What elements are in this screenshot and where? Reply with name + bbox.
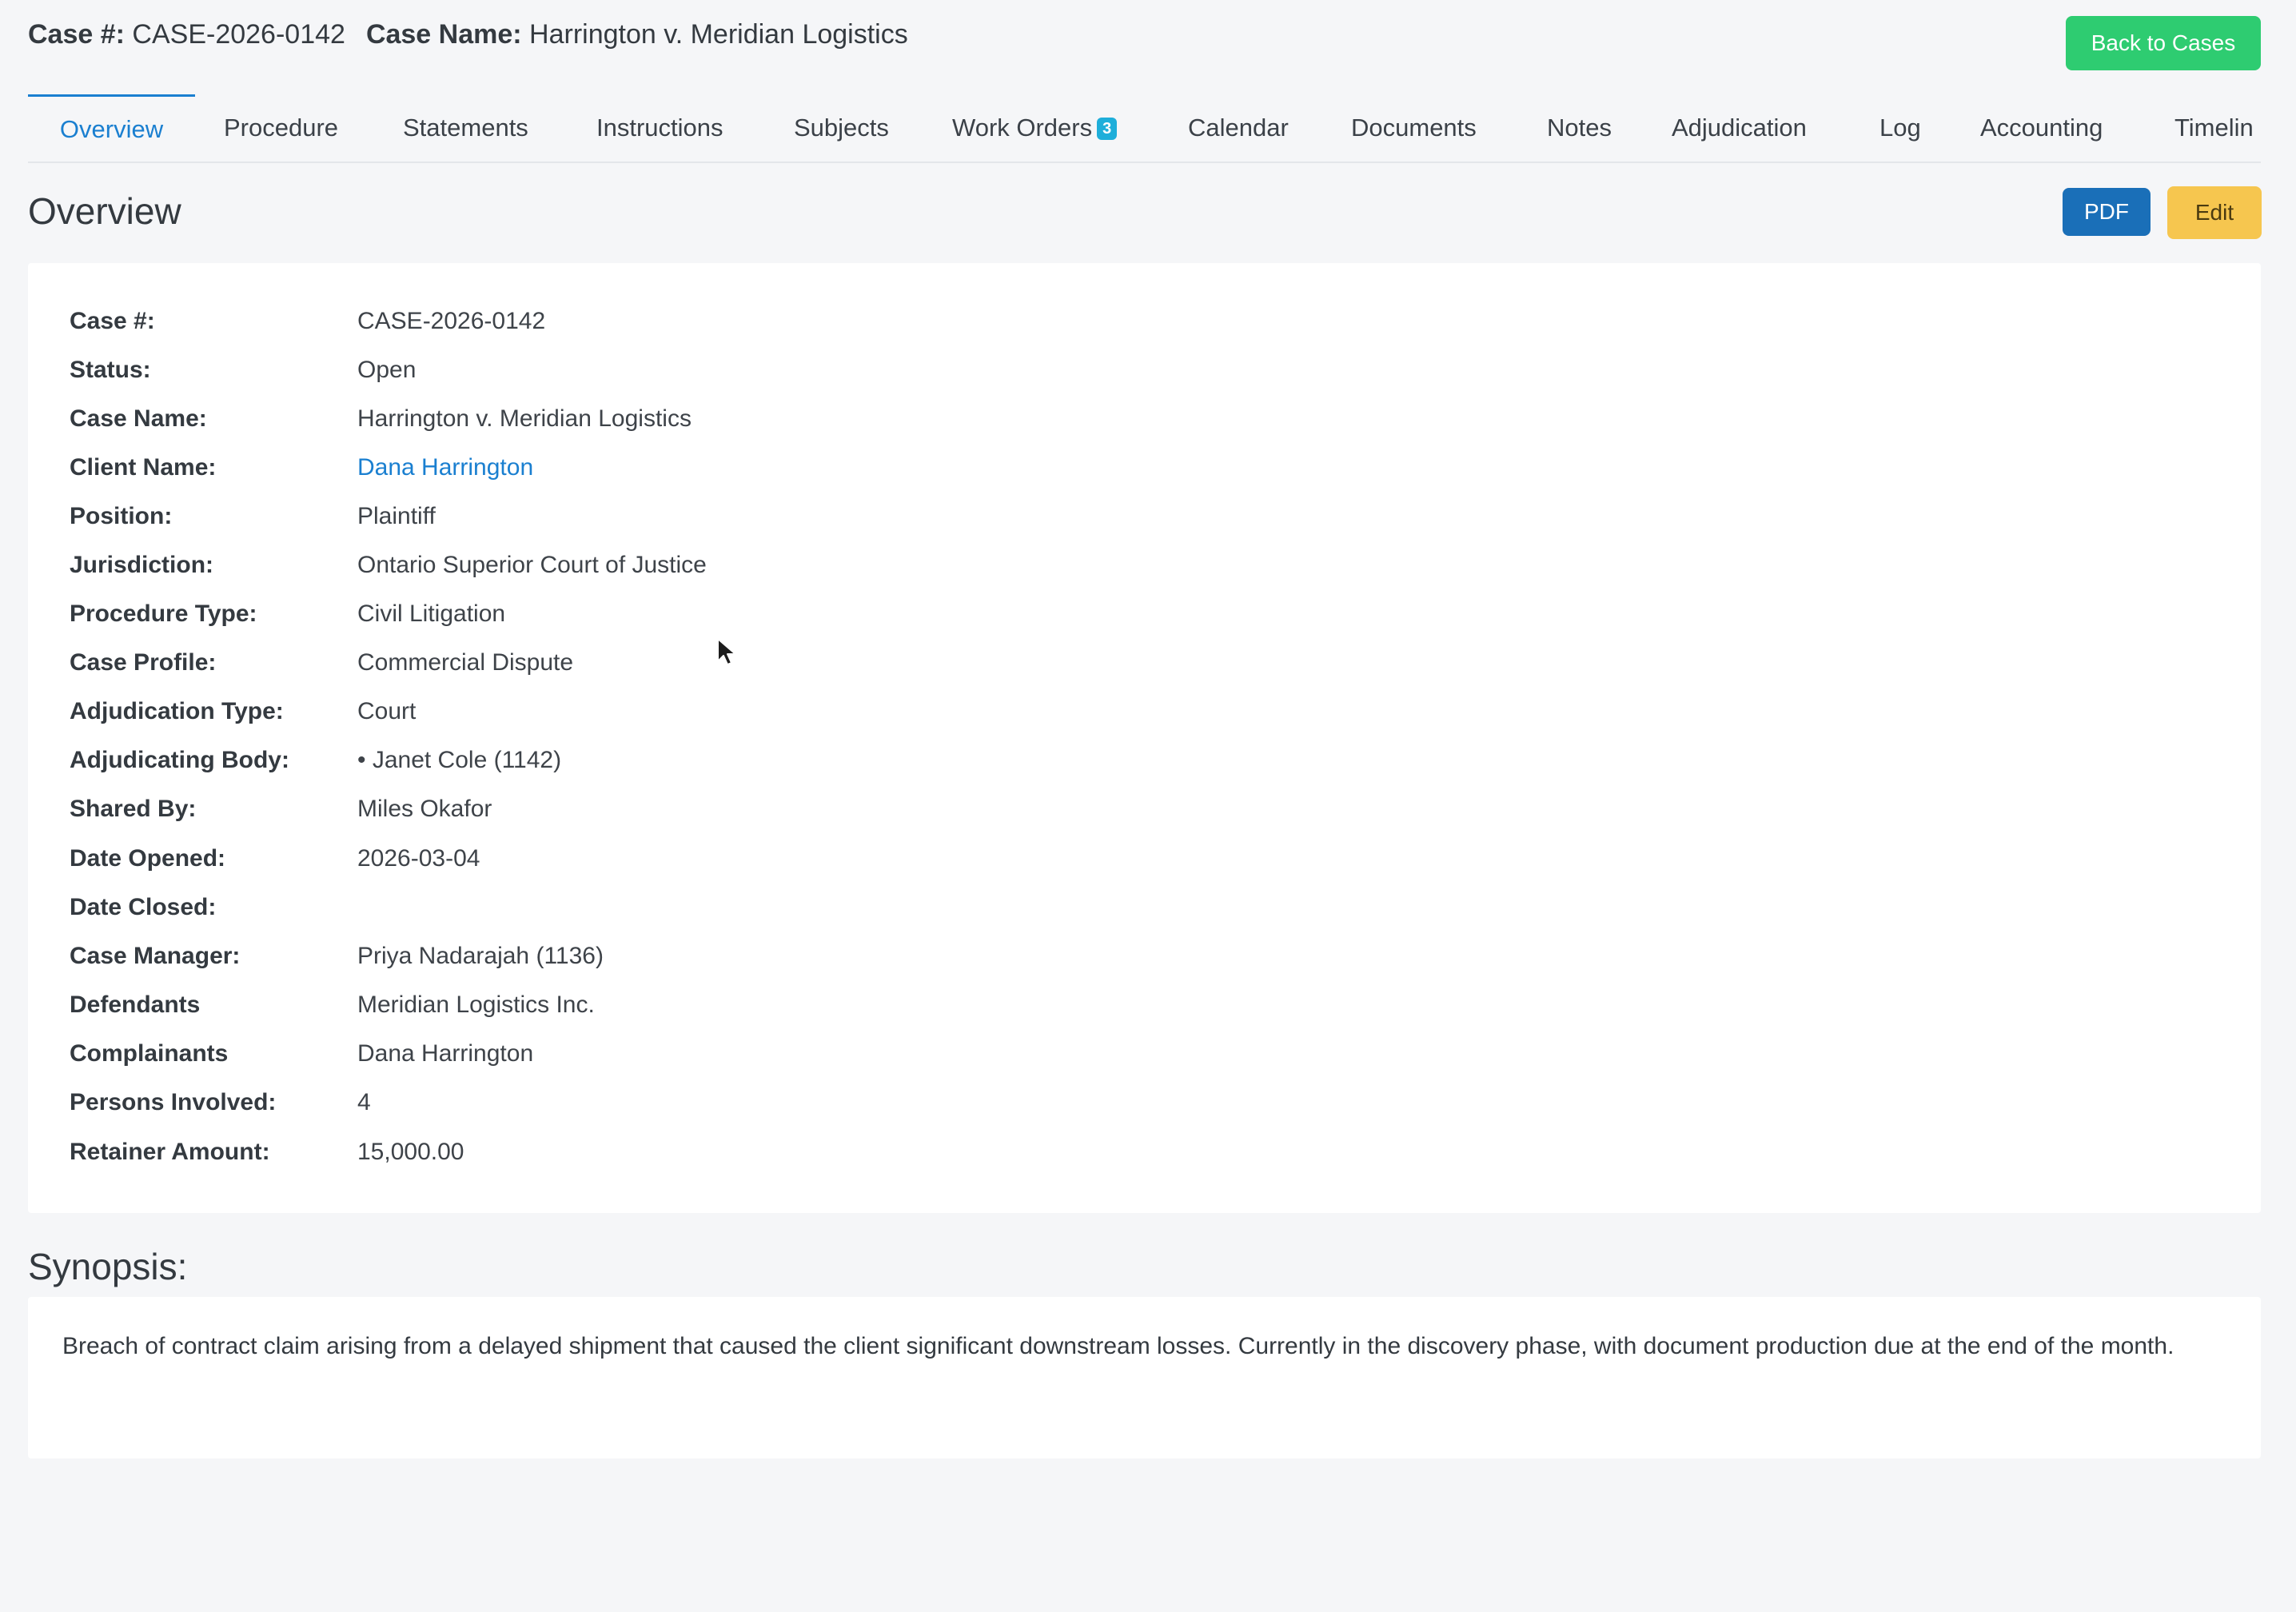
case-name-label: Case Name: xyxy=(365,19,522,50)
tab-statements[interactable]: Statements xyxy=(403,94,528,162)
case-number-label: Case #: xyxy=(28,19,125,50)
field-value: Court xyxy=(357,698,417,724)
field-label: Case #: xyxy=(70,308,155,334)
field-value: Dana Harrington xyxy=(357,1040,534,1067)
field-label: Shared By: xyxy=(70,796,197,822)
field-value: 4 xyxy=(357,1089,371,1115)
field-label: Date Closed: xyxy=(70,894,217,920)
tab-label: Log xyxy=(1879,114,1921,142)
field-value: Plaintiff xyxy=(357,503,436,529)
overview-title: Overview xyxy=(28,190,181,232)
case-number-value: CASE-2026-0142 xyxy=(132,19,345,50)
pdf-button[interactable]: PDF xyxy=(2063,188,2151,236)
tab-label: Subjects xyxy=(794,114,889,142)
back-to-cases-button[interactable]: Back to Cases xyxy=(2066,16,2261,70)
field-label: Defendants xyxy=(70,992,201,1018)
case-overview-page: Case #: CASE-2026-0142 Case Name: Harring… xyxy=(0,0,2296,1612)
case-tabs: Overview Procedure Statements Instructio… xyxy=(28,94,2261,163)
case-name-value: Harrington v. Meridian Logistics xyxy=(529,19,908,50)
field-label: Adjudicating Body: xyxy=(70,747,289,773)
tab-label: Adjudication xyxy=(1672,114,1807,142)
tab-timeline[interactable]: Timelin xyxy=(2174,94,2254,162)
tab-label: Documents xyxy=(1351,114,1477,142)
tab-label: Timelin xyxy=(2174,114,2254,142)
tab-label: Calendar xyxy=(1188,114,1289,142)
tab-label: Work Orders xyxy=(952,114,1093,142)
tab-label: Notes xyxy=(1547,114,1612,142)
field-label: Persons Involved: xyxy=(70,1089,277,1115)
tab-adjudication[interactable]: Adjudication xyxy=(1672,94,1807,162)
synopsis-card: Breach of contract claim arising from a … xyxy=(28,1297,2261,1458)
case-header: Case #: CASE-2026-0142 Case Name: Harring… xyxy=(28,14,908,54)
field-label: Complainants xyxy=(70,1040,229,1067)
field-value: Miles Okafor xyxy=(357,796,492,822)
field-label: Procedure Type: xyxy=(70,601,257,627)
field-label: Adjudication Type: xyxy=(70,698,284,724)
client-name-link[interactable]: Dana Harrington xyxy=(357,448,533,488)
field-value: Commercial Dispute xyxy=(357,649,574,676)
field-label: Client Name: xyxy=(70,454,217,481)
tab-accounting[interactable]: Accounting xyxy=(1980,94,2103,162)
field-value: Meridian Logistics Inc. xyxy=(357,992,595,1018)
field-value: Open xyxy=(357,357,417,383)
field-label: Status: xyxy=(70,357,151,383)
tab-notes[interactable]: Notes xyxy=(1547,94,1612,162)
field-value: 2026-03-04 xyxy=(357,845,480,872)
synopsis-text: Breach of contract claim arising from a … xyxy=(62,1333,2174,1359)
field-value: • Janet Cole (1142) xyxy=(357,747,562,773)
tab-log[interactable]: Log xyxy=(1879,94,1921,162)
field-label: Position: xyxy=(70,503,173,529)
synopsis-title: Synopsis: xyxy=(28,1246,188,1287)
field-label: Date Opened: xyxy=(70,845,226,872)
tab-subjects[interactable]: Subjects xyxy=(794,94,889,162)
field-label: Jurisdiction: xyxy=(70,552,214,578)
tab-calendar[interactable]: Calendar xyxy=(1188,94,1289,162)
tab-label: Accounting xyxy=(1980,114,2103,142)
field-label: Case Profile: xyxy=(70,649,217,676)
field-value: CASE-2026-0142 xyxy=(357,308,546,334)
edit-button[interactable]: Edit xyxy=(2167,186,2262,239)
field-value: Ontario Superior Court of Justice xyxy=(357,552,707,578)
tab-work-orders[interactable]: Work Orders 3 xyxy=(952,94,1118,162)
field-label: Retainer Amount: xyxy=(70,1139,270,1165)
tab-instructions[interactable]: Instructions xyxy=(596,94,723,162)
tab-label: Statements xyxy=(403,114,528,142)
tab-label: Overview xyxy=(59,115,164,143)
tab-overview[interactable]: Overview xyxy=(28,94,195,162)
field-label: Case Name: xyxy=(70,405,207,432)
tab-documents[interactable]: Documents xyxy=(1351,94,1477,162)
tab-procedure[interactable]: Procedure xyxy=(224,94,338,162)
work-orders-count-badge: 3 xyxy=(1097,118,1118,140)
field-value: Harrington v. Meridian Logistics xyxy=(357,405,692,432)
overview-card: Case #: CASE-2026-0142 Status: Open Case N… xyxy=(28,263,2261,1213)
tab-label: Instructions xyxy=(596,114,723,142)
tab-label: Procedure xyxy=(224,114,339,142)
mouse-pointer-icon xyxy=(717,638,736,665)
field-value: 15,000.00 xyxy=(357,1139,464,1165)
field-value: Priya Nadarajah (1136) xyxy=(357,943,604,969)
field-value: Civil Litigation xyxy=(357,601,506,627)
field-label: Case Manager: xyxy=(70,943,241,969)
